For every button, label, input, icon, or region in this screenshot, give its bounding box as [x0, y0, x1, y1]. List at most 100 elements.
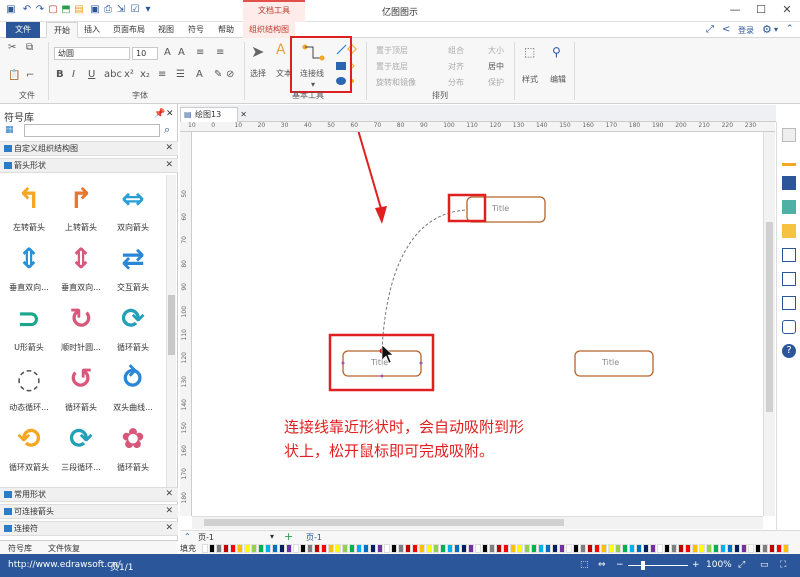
color-swatch[interactable]	[713, 544, 719, 553]
color-swatch[interactable]	[734, 544, 740, 553]
protect-button[interactable]: 保护	[488, 77, 504, 88]
color-swatch[interactable]	[230, 544, 236, 553]
color-swatch[interactable]	[482, 544, 488, 553]
edit-binoculars-icon[interactable]: ⚲	[552, 46, 561, 58]
font-color-icon[interactable]: A	[196, 69, 203, 81]
canvas-hscroll-thumb[interactable]	[204, 519, 564, 526]
center-button[interactable]: 居中	[488, 61, 504, 72]
tab-file-recovery[interactable]: 文件恢复	[48, 543, 80, 554]
color-swatch[interactable]	[510, 544, 516, 553]
italic-icon[interactable]: I	[72, 69, 75, 81]
color-swatch[interactable]	[552, 544, 558, 553]
section-close-icon[interactable]: ✕	[165, 159, 173, 172]
color-swatch[interactable]	[468, 544, 474, 553]
color-swatch[interactable]	[643, 544, 649, 553]
color-swatch[interactable]	[398, 544, 404, 553]
color-swatch[interactable]	[314, 544, 320, 553]
color-swatch[interactable]	[419, 544, 425, 553]
format-painter-icon[interactable]: ⌐	[26, 70, 34, 82]
color-swatch[interactable]	[664, 544, 670, 553]
color-swatch[interactable]	[699, 544, 705, 553]
library-scrollbar[interactable]	[166, 175, 176, 491]
tab-start[interactable]: 开始	[46, 22, 78, 38]
color-swatch[interactable]	[587, 544, 593, 553]
color-swatch[interactable]	[608, 544, 614, 553]
tab-symbol-library[interactable]: 符号库	[8, 543, 32, 554]
library-shape-7[interactable]: ⊃ U形箭头	[4, 302, 54, 354]
tab-symbol[interactable]: 符号	[182, 22, 210, 38]
library-shape-14[interactable]: ⟳ 三段循环...	[56, 422, 106, 474]
color-swatch[interactable]	[391, 544, 397, 553]
collapse-ribbon-icon[interactable]: ⌃	[786, 24, 794, 34]
library-shape-15[interactable]: ✿ 循环箭头	[108, 422, 158, 474]
color-swatch[interactable]	[678, 544, 684, 553]
library-scroll-thumb[interactable]	[168, 295, 175, 355]
color-swatch[interactable]	[454, 544, 460, 553]
zoom-in-icon[interactable]: +	[692, 560, 700, 570]
color-swatch[interactable]	[748, 544, 754, 553]
library-shape-1[interactable]: ↰ 左转箭头	[4, 182, 54, 234]
dashed-connector-line[interactable]	[381, 209, 471, 351]
font-family-select[interactable]: 幼圆	[54, 47, 130, 60]
color-swatch[interactable]	[272, 544, 278, 553]
section-arrow-shapes[interactable]: 箭头形状 ✕	[0, 158, 178, 173]
color-swatch[interactable]	[580, 544, 586, 553]
color-swatch[interactable]	[538, 544, 544, 553]
copy-icon[interactable]: ⧉	[26, 42, 33, 54]
attachment-icon[interactable]	[782, 296, 796, 310]
color-swatch[interactable]	[692, 544, 698, 553]
tab-insert[interactable]: 插入	[78, 22, 106, 38]
tab-page-layout[interactable]: 页面布局	[108, 22, 150, 38]
bring-to-front-button[interactable]: 置于顶层	[376, 45, 408, 56]
edit-button[interactable]: 编辑	[550, 74, 566, 85]
text-direction-icon[interactable]: ≡	[216, 47, 224, 59]
page-select[interactable]: 页-1	[198, 532, 214, 543]
color-swatch[interactable]	[433, 544, 439, 553]
color-swatch[interactable]	[447, 544, 453, 553]
color-swatch[interactable]	[370, 544, 376, 553]
tab-help[interactable]: 帮助	[212, 22, 240, 38]
color-swatch[interactable]	[629, 544, 635, 553]
settings-dropdown-icon[interactable]: ▾	[774, 25, 778, 34]
page-up-icon[interactable]: ⌃	[184, 532, 191, 541]
color-swatch[interactable]	[545, 544, 551, 553]
color-swatch[interactable]	[762, 544, 768, 553]
color-swatch[interactable]	[755, 544, 761, 553]
library-shape-11[interactable]: ↺ 循环箭头	[56, 362, 106, 414]
paragraph-icon[interactable]: ≡	[196, 47, 204, 59]
color-swatch[interactable]	[573, 544, 579, 553]
color-swatch[interactable]	[517, 544, 523, 553]
color-swatch[interactable]	[321, 544, 327, 553]
underline-icon[interactable]: U	[88, 69, 95, 81]
style-icon[interactable]: ⬚	[524, 46, 535, 58]
connection-point[interactable]	[380, 374, 384, 378]
color-swatch[interactable]	[216, 544, 222, 553]
data-icon[interactable]	[782, 272, 796, 286]
page-tab[interactable]: 页-1	[306, 532, 322, 543]
section-connectors[interactable]: 连接符 ✕	[0, 521, 178, 536]
tab-view[interactable]: 视图	[152, 22, 180, 38]
canvas-vertical-scrollbar[interactable]	[763, 132, 775, 516]
subscript-icon[interactable]: x₂	[140, 69, 150, 81]
size-button[interactable]: 大小	[488, 45, 504, 56]
settings-gear-icon[interactable]: ⚙	[762, 23, 772, 36]
color-swatch[interactable]	[349, 544, 355, 553]
color-swatch[interactable]	[405, 544, 411, 553]
section-connectable-arrows[interactable]: 可连接箭头 ✕	[0, 504, 178, 519]
document-tab-close-icon[interactable]: ✕	[240, 108, 247, 121]
library-shape-10[interactable]: ◌ 动态循环...	[4, 362, 54, 414]
color-swatch[interactable]	[377, 544, 383, 553]
share-link-icon[interactable]: <	[722, 24, 730, 35]
style-button[interactable]: 样式	[522, 74, 538, 85]
website-link[interactable]: http://www.edrawsoft.cn/	[8, 560, 121, 570]
color-swatch[interactable]	[279, 544, 285, 553]
zoom-slider-thumb[interactable]	[641, 561, 645, 570]
color-swatch[interactable]	[615, 544, 621, 553]
presentation-icon[interactable]: ▭	[760, 560, 769, 570]
color-swatch[interactable]	[594, 544, 600, 553]
add-page-icon[interactable]: +	[284, 530, 293, 543]
tab-file[interactable]: 文件	[6, 22, 40, 38]
color-swatch[interactable]	[426, 544, 432, 553]
align-button[interactable]: 对齐	[448, 61, 464, 72]
library-shape-8[interactable]: ↻ 顺时针圆...	[56, 302, 106, 354]
